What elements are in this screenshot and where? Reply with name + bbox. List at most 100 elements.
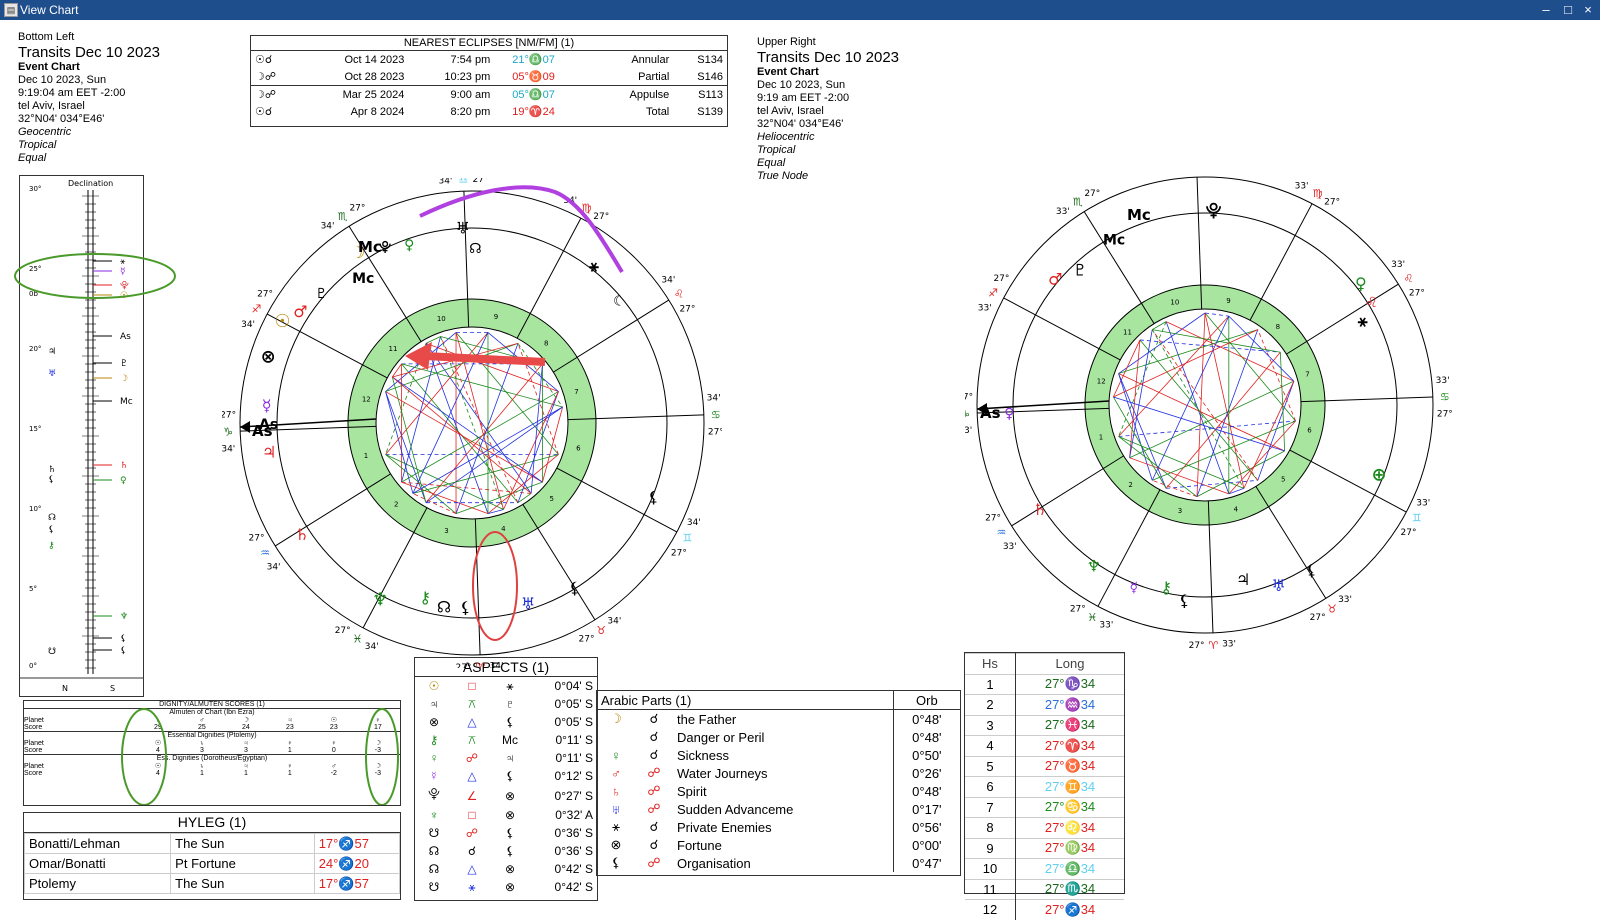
dignity-planet: ♄ xyxy=(199,762,205,770)
left-wheel-asc-label: As xyxy=(252,422,273,440)
left-place: tel Aviv, Israel xyxy=(18,100,85,112)
right-wheel-cusp-sign: ♉ xyxy=(1327,603,1337,616)
eclipse-time: 8:20 pm xyxy=(450,105,491,118)
dignity-planet: ♃ xyxy=(243,762,249,770)
dignity-score: 23 xyxy=(285,724,294,731)
aspect-orb: 0°04' S xyxy=(554,679,593,693)
aspect-row[interactable]: ☊ ☌ ⚸ 0°36' S xyxy=(415,842,597,860)
right-wheel-house-number: 10 xyxy=(1170,299,1179,307)
hyleg-title: HYLEG (1) xyxy=(24,813,400,833)
left-wheel-house-number: 10 xyxy=(437,315,446,323)
house-row: 10 27°♎34 xyxy=(965,858,1124,879)
declination-planet-glyph: ⚷ xyxy=(48,541,55,551)
arabic-part-row[interactable]: ⊗ ☌ Fortune 0°00' xyxy=(597,836,960,854)
declination-planet-glyph: ♆ xyxy=(120,612,128,622)
eclipse-saros: S139 xyxy=(697,105,723,118)
aspect-orb: 0°42' S xyxy=(554,862,593,876)
aspect-row[interactable]: ⯓ ∠ ⊗ 0°27' S xyxy=(415,785,597,806)
aspect-orb: 0°32' A xyxy=(555,808,593,822)
aspect-row[interactable]: ☋ ⚹ ⊗ 0°42' S xyxy=(415,878,597,896)
close-button[interactable]: × xyxy=(1578,1,1598,18)
arabic-part-name: Water Journeys xyxy=(673,764,894,782)
house-row: 2 27°♒34 xyxy=(965,694,1124,715)
eclipse-position: 05°♎07 xyxy=(512,89,555,101)
declination-planet-glyph: ⚸ xyxy=(120,646,127,656)
dignity-score: 4 xyxy=(156,770,160,777)
aspect-row[interactable]: ☿ △ ⚸ 0°12' S xyxy=(415,767,597,785)
left-wheel-house-cusp xyxy=(274,473,391,547)
aspect-planet-a: ⚷ xyxy=(429,733,439,747)
left-wheel-planet-glyph: ♄ xyxy=(295,525,309,544)
dignity-score: 17 xyxy=(374,724,382,731)
minimize-button[interactable]: – xyxy=(1536,1,1556,18)
aspect-orb: 0°27' S xyxy=(554,788,593,803)
arabic-part-row[interactable]: ☌ Danger or Peril 0°48' xyxy=(597,728,960,746)
house-row: 8 27°♌34 xyxy=(965,817,1124,838)
aspect-symbol: □ xyxy=(468,808,476,822)
eclipse-time: 9:00 am xyxy=(450,88,491,101)
house-cusps-panel[interactable]: Hs Long 1 27°♑34 2 27°♒34 3 27°♓34 4 27°♈34 5… xyxy=(964,652,1125,920)
right-wheel-cusp-degree: 27° xyxy=(985,514,1001,524)
nearest-eclipses-panel[interactable]: NEAREST ECLIPSES [NM/FM] (1) ☉☌ Oct 14 2… xyxy=(250,35,728,127)
left-wheel-house-number: 5 xyxy=(549,495,553,503)
aspect-row[interactable]: ☋ ☍ ⚸ 0°36' S xyxy=(415,824,597,842)
right-wheel-asc-label: As xyxy=(980,404,1001,422)
arabic-part-row[interactable]: ⚸ ☍ Organisation 0°47' xyxy=(597,854,960,872)
right-wheel-house-number: 1 xyxy=(1099,434,1103,442)
arabic-parts-title: Arabic Parts (1) xyxy=(597,691,894,710)
hyleg-panel[interactable]: HYLEG (1) Bonatti/Lehman The Sun 17°♐57 O… xyxy=(23,812,401,900)
arabic-part-row[interactable]: ⚹ ☌ Private Enemies 0°56' xyxy=(597,818,960,836)
house-number: 2 xyxy=(965,694,1016,715)
arabic-parts-panel[interactable]: Arabic Parts (1) Orb ☽ ☌ the Father 0°48… xyxy=(596,690,961,876)
right-wheel-cusp-sign: ♏ xyxy=(1073,195,1083,208)
left-wheel-cusp-minute: 34' xyxy=(222,445,235,455)
house-number: 3 xyxy=(965,714,1016,736)
aspect-row[interactable]: ♃ ⚻ ♇ 0°05' S xyxy=(415,695,597,713)
aspect-row[interactable]: ☉ □ ⚹ 0°04' S xyxy=(415,677,597,695)
geocentric-chart-wheel[interactable]: 127°34'♑227°34'♒327°34'♓427° 34'♈527°34'♉… xyxy=(222,178,722,668)
eclipse-kind: Annular xyxy=(631,53,670,66)
left-wheel-planet-glyph: ♀ xyxy=(404,237,414,253)
aspect-row[interactable]: ♀ ☍ ♃ 0°11' S xyxy=(415,749,597,767)
right-wheel-cusp-minute: 33' xyxy=(1172,170,1186,172)
arabic-part-row[interactable]: ♅ ☍ Sudden Advanceme 0°17' xyxy=(597,800,960,818)
arabic-part-name: Private Enemies xyxy=(673,818,894,836)
heliocentric-chart-wheel[interactable]: 127°33'♑227°33'♒327°33'♓427°33'♈527°33'♉… xyxy=(965,170,1465,650)
house-row: 11 27°♏34 xyxy=(965,878,1124,900)
left-chart-info: Bottom Left Transits Dec 10 2023 Event C… xyxy=(18,31,160,165)
eclipse-kind: Appulse xyxy=(629,88,670,101)
declination-planet-glyph: ♇ xyxy=(120,359,128,369)
aspects-panel[interactable]: ASPECTS (1) ☉ □ ⚹ 0°04' S ♃ ⚻ ♇ 0°05' S ⊗ … xyxy=(414,657,598,901)
aspect-planet-a: ⊗ xyxy=(428,715,440,729)
arabic-part-aspect: ☍ xyxy=(647,765,661,780)
declination-planet-glyph: ⚸ xyxy=(120,634,127,644)
aspect-planet-b: Mc xyxy=(502,733,518,747)
aspect-planet-a: ⯓ xyxy=(428,787,440,801)
left-wheel-planet-glyph: ⚹ xyxy=(589,256,599,275)
arabic-part-row[interactable]: ♂ ☍ Water Journeys 0°26' xyxy=(597,764,960,782)
aspect-symbol: ☍ xyxy=(465,751,479,765)
right-wheel-cusp-sign: ♈ xyxy=(1208,639,1218,650)
dignity-almuten-panel[interactable]: DIGNITY/ALMUTEN SCORES (1) Almuten of Ch… xyxy=(23,700,401,806)
arabic-part-row[interactable]: ☽ ☌ the Father 0°48' xyxy=(597,709,960,728)
left-wheel-planet-glyph: Mc xyxy=(352,271,374,287)
declination-graph: Declination 30° 25° 0b 20° 15° 10° 5° 0° ⚹☿ ⯓☉ As… xyxy=(20,179,143,693)
aspect-row[interactable]: ⚷ ⚻ Mc 0°11' S xyxy=(415,731,597,749)
arabic-part-row[interactable]: ♄ ☍ Spirit 0°48' xyxy=(597,782,960,800)
declination-planet-glyph: ☋ xyxy=(48,647,56,657)
left-wheel-house-number: 2 xyxy=(394,500,398,508)
arabic-part-row[interactable]: ♀ ☌ Sickness 0°50' xyxy=(597,746,960,764)
right-wheel-cusp-minute: 33' xyxy=(978,303,992,313)
house-number: 4 xyxy=(965,735,1016,756)
dignity-planet: ☽ xyxy=(374,763,382,770)
eclipse-time: 7:54 pm xyxy=(450,53,491,66)
arabic-part-name: Fortune xyxy=(673,836,894,854)
aspect-row[interactable]: ☊ △ ⊗ 0°42' S xyxy=(415,860,597,878)
declination-panel[interactable]: Declination 30° 25° 0b 20° 15° 10° 5° 0° ⚹ ☿ ⯓ ☉ As… xyxy=(19,175,144,697)
aspect-planet-b: ⚸ xyxy=(505,844,515,858)
window-title: View Chart xyxy=(20,3,79,17)
arabic-part-symbol: ♂ xyxy=(611,765,621,781)
aspect-row[interactable]: ⊗ △ ⚸ 0°05' S xyxy=(415,713,597,731)
maximize-button[interactable]: □ xyxy=(1558,1,1578,18)
aspect-row[interactable]: ♆ □ ⊗ 0°32' A xyxy=(415,806,597,824)
